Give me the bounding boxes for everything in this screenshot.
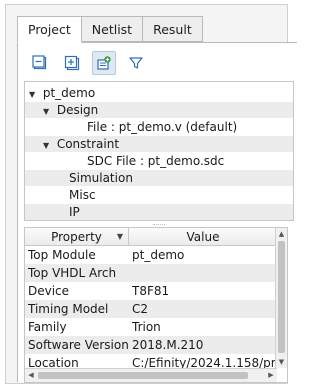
table-row[interactable]: Top Module pt_demo (25, 246, 277, 264)
scroll-up-icon[interactable]: ▲ (276, 228, 287, 240)
tree-item-label: Misc (69, 188, 96, 202)
project-tab-content: ▼ pt_demo ▼ Design File : pt_demo.v (def… (17, 42, 297, 383)
property-value: T8F81 (132, 284, 170, 298)
splitter-grip (153, 224, 165, 226)
property-name: Family (28, 320, 67, 334)
property-name: Device (28, 284, 70, 298)
tab-bar: Project Netlist Result (17, 16, 203, 43)
property-value: Trion (132, 320, 161, 334)
tree-item-label: Simulation (69, 171, 133, 185)
property-name: Top Module (28, 248, 96, 262)
tree-item-sdc-file[interactable]: SDC File : pt_demo.sdc (25, 153, 293, 169)
scroll-left-icon[interactable]: ◀ (25, 369, 37, 382)
table-row[interactable]: Software Version 2018.M.210 (25, 336, 277, 354)
tab-project[interactable]: Project (17, 16, 82, 43)
column-header-property[interactable]: Property ▼ (25, 228, 129, 246)
project-toolbar (28, 51, 156, 75)
horizontal-scrollbar[interactable]: ◀ ▶ (25, 368, 277, 382)
property-name: Software Version (28, 338, 129, 352)
collapse-all-icon (32, 55, 47, 70)
collapse-all-button[interactable] (28, 51, 52, 75)
property-value (129, 264, 277, 282)
scroll-down-icon[interactable]: ▼ (276, 356, 287, 368)
chevron-down-icon[interactable]: ▼ (29, 87, 39, 103)
property-table-header: Property ▼ Value (25, 228, 277, 246)
tree-item-ip[interactable]: IP (25, 204, 293, 220)
tree-item-simulation[interactable]: Simulation (25, 170, 293, 186)
project-tree[interactable]: ▼ pt_demo ▼ Design File : pt_demo.v (def… (24, 81, 294, 221)
tree-item-label: SDC File : pt_demo.sdc (87, 154, 225, 168)
table-row[interactable]: Device T8F81 (25, 282, 277, 300)
column-header-value[interactable]: Value (129, 228, 277, 246)
tree-item-misc[interactable]: Misc (25, 187, 293, 203)
expand-all-icon (64, 55, 80, 71)
chevron-down-icon[interactable]: ▼ (43, 138, 53, 154)
tree-item-design[interactable]: ▼ Design (25, 102, 293, 118)
tree-item-pt-demo[interactable]: ▼ pt_demo (25, 85, 293, 101)
property-name: Timing Model (28, 302, 109, 316)
table-row[interactable]: Top VHDL Arch (25, 264, 277, 282)
tab-result[interactable]: Result (142, 16, 203, 42)
filter-icon (129, 57, 143, 69)
vertical-scrollbar[interactable]: ▲ ▼ (275, 228, 287, 368)
sort-dropdown-icon[interactable]: ▼ (117, 228, 123, 246)
tree-item-constraint[interactable]: ▼ Constraint (25, 136, 293, 152)
tree-item-label: pt_demo (42, 86, 96, 100)
expand-all-button[interactable] (60, 51, 84, 75)
table-row[interactable]: Timing Model C2 (25, 300, 277, 318)
tree-item-label: Design (56, 103, 99, 117)
property-value: C2 (132, 302, 149, 316)
property-value: pt_demo (132, 248, 185, 262)
property-table: Property ▼ Value Top Module pt_demo Top … (24, 227, 288, 383)
scrollbar-thumb[interactable] (38, 372, 248, 379)
tree-item-design-file[interactable]: File : pt_demo.v (default) (25, 119, 293, 135)
property-value: 2018.M.210 (132, 338, 204, 352)
tree-item-label: File : pt_demo.v (default) (87, 120, 238, 134)
property-name: Top VHDL Arch (28, 266, 117, 280)
filter-button[interactable] (124, 51, 148, 75)
scroll-right-icon[interactable]: ▶ (265, 369, 277, 382)
tab-netlist[interactable]: Netlist (80, 16, 144, 42)
table-row[interactable]: Family Trion (25, 318, 277, 336)
scrollbar-thumb[interactable] (278, 241, 285, 353)
tree-item-label: Constraint (56, 137, 120, 151)
project-info-icon (97, 56, 111, 70)
chevron-down-icon[interactable]: ▼ (43, 104, 53, 120)
project-info-button[interactable] (92, 51, 116, 75)
tree-item-label: IP (69, 205, 80, 219)
